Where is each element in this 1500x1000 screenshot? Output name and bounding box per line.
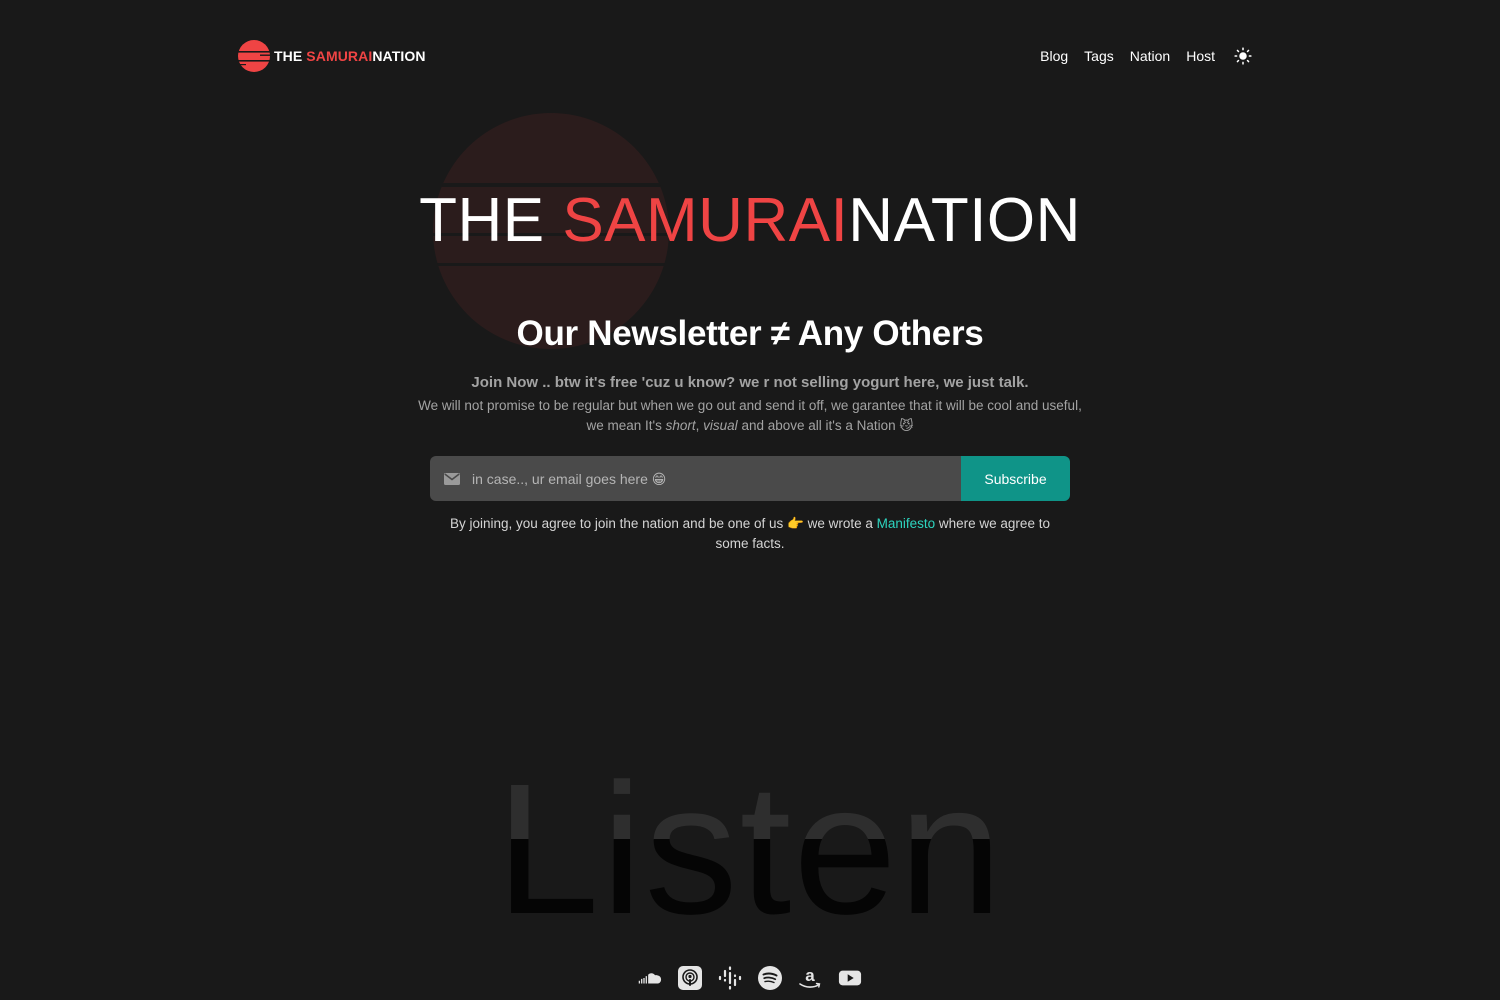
samurai-sun-logo-icon	[238, 40, 270, 72]
apple-podcasts-icon	[678, 966, 702, 990]
amazon-icon: a	[799, 966, 821, 988]
manifesto-link[interactable]: Manifesto	[877, 516, 936, 531]
subscribe-button[interactable]: Subscribe	[961, 456, 1070, 501]
newsletter-join-line: Join Now .. btw it's free 'cuz u know? w…	[471, 374, 1029, 391]
sun-icon	[1234, 47, 1252, 65]
newsletter-form: Subscribe	[430, 455, 1070, 502]
brand-name: THE SAMURAINATION	[274, 48, 426, 64]
listen-heading: Listen	[0, 757, 1500, 943]
nav-links: Blog Tags Nation Host	[1040, 46, 1253, 66]
agreement-text: By joining, you agree to join the nation…	[450, 516, 1050, 551]
nav-link-nation[interactable]: Nation	[1130, 48, 1170, 64]
apple-podcasts-link[interactable]	[678, 966, 702, 990]
page: THE SAMURAINATION Blog Tags Nation Host	[0, 0, 1500, 1000]
youtube-link[interactable]	[838, 966, 862, 990]
hero-title: THE SAMURAINATION	[419, 186, 1081, 255]
google-podcasts-icon	[718, 966, 742, 990]
nav-link-host[interactable]: Host	[1186, 48, 1215, 64]
google-podcasts-link[interactable]	[718, 966, 742, 990]
amazon-link[interactable]: a	[798, 966, 822, 990]
email-input-wrapper	[430, 455, 961, 502]
theme-toggle-button[interactable]	[1233, 46, 1253, 66]
brand-logo-link[interactable]: THE SAMURAINATION	[238, 40, 426, 72]
envelope-icon	[444, 472, 460, 485]
nav-link-tags[interactable]: Tags	[1084, 48, 1114, 64]
spotify-link[interactable]	[758, 966, 782, 990]
youtube-icon	[838, 970, 862, 986]
soundcloud-icon	[638, 973, 662, 984]
soundcloud-link[interactable]	[638, 966, 662, 990]
svg-text:a: a	[805, 966, 815, 985]
newsletter-heading: Our Newsletter ≠ Any Others	[516, 314, 984, 353]
nav-link-blog[interactable]: Blog	[1040, 48, 1068, 64]
newsletter-description: We will not promise to be regular but wh…	[418, 398, 1082, 433]
email-input[interactable]	[470, 455, 961, 502]
podcast-platforms: a	[0, 966, 1500, 990]
top-nav: THE SAMURAINATION Blog Tags Nation Host	[238, 38, 1253, 74]
spotify-icon	[758, 966, 782, 990]
